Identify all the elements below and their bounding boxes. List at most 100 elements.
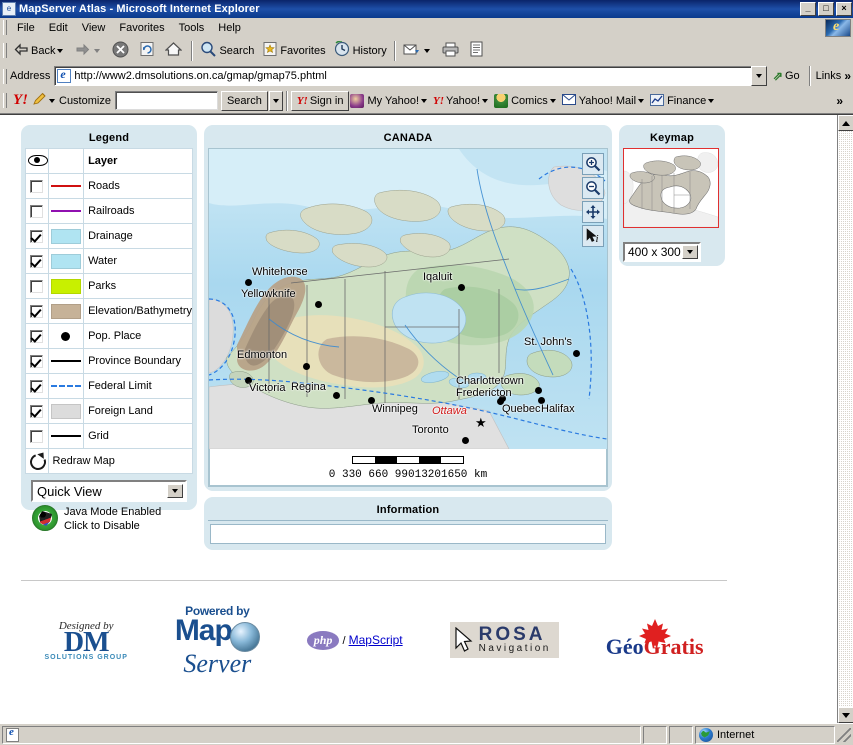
legend-checkbox-cell-grid[interactable]	[25, 423, 49, 449]
legend-label-railroads[interactable]: Railroads	[83, 198, 193, 224]
scroll-down-button[interactable]	[838, 707, 853, 723]
print-button[interactable]	[438, 40, 465, 62]
favorites-button[interactable]: Favorites	[258, 40, 329, 62]
legend-checkbox-cell-railroads[interactable]	[25, 198, 49, 224]
legend-label-elevation[interactable]: Elevation/Bathymetry	[83, 298, 193, 324]
edit-button[interactable]	[465, 40, 490, 62]
address-dropdown-button[interactable]	[750, 66, 767, 86]
customize-button[interactable]: Customize	[31, 90, 112, 111]
mail-dropdown-icon[interactable]	[423, 48, 430, 53]
legend-label-roads[interactable]: Roads	[83, 173, 193, 199]
redraw-icon-cell[interactable]	[25, 448, 49, 474]
yahoo-search-dropdown-button[interactable]	[268, 90, 283, 111]
checkbox-roads[interactable]	[30, 179, 44, 193]
php-mapscript-logo[interactable]: php / MapScript	[306, 630, 403, 650]
menu-favorites[interactable]: Favorites	[112, 20, 171, 36]
yahoo-search-input[interactable]	[114, 91, 218, 110]
checkbox-railroads[interactable]	[30, 204, 44, 218]
customize-dropdown-icon[interactable]	[49, 98, 55, 103]
menubar-gripper[interactable]	[3, 20, 7, 35]
legend-checkbox-cell-roads[interactable]	[25, 173, 49, 199]
yahoo-search-button[interactable]: Search	[220, 90, 268, 111]
dm-solutions-logo[interactable]: Designed by DM SOLUTIONS GROUP	[44, 620, 127, 661]
legend-checkbox-cell-federal-limit[interactable]	[25, 373, 49, 399]
redraw-icon[interactable]	[29, 453, 45, 469]
java-mode-toggle[interactable]: Java Mode Enabled Click to Disable	[32, 505, 161, 533]
toolbar-gripper[interactable]	[3, 43, 7, 58]
legend-checkbox-cell-pop-place[interactable]	[25, 323, 49, 349]
legend-label-grid[interactable]: Grid	[83, 423, 193, 449]
page-scrollbar[interactable]	[837, 115, 853, 723]
mapserver-logo[interactable]: Powered by Map Server	[175, 604, 260, 677]
links-overflow-icon[interactable]: »	[844, 69, 851, 83]
yahoo-toolbar-gripper[interactable]	[3, 93, 7, 108]
checkbox-parks[interactable]	[30, 279, 44, 293]
refresh-button[interactable]	[135, 40, 161, 62]
forward-button[interactable]	[71, 40, 108, 62]
geogratis-logo[interactable]: GéoGratis	[606, 619, 704, 660]
mail-button[interactable]	[399, 40, 438, 62]
scroll-up-button[interactable]	[838, 115, 853, 131]
redraw-map-button[interactable]: Redraw Map	[47, 448, 194, 474]
addressbar-gripper[interactable]	[3, 68, 7, 84]
forward-dropdown-icon[interactable]	[94, 48, 101, 53]
mapsize-select[interactable]: 400 x 300	[623, 242, 701, 262]
query-icon[interactable]: i	[582, 225, 604, 247]
back-button[interactable]: Back	[10, 40, 71, 62]
menu-file[interactable]: File	[10, 20, 42, 36]
legend-label-drainage[interactable]: Drainage	[83, 223, 193, 249]
legend-label-water[interactable]: Water	[83, 248, 193, 274]
chevron-down-icon[interactable]	[421, 98, 428, 103]
checkbox-federal-limit[interactable]	[30, 379, 44, 393]
yahoo-item-my-yahoo[interactable]: My Yahoo!	[349, 92, 432, 110]
yahoo-signin-button[interactable]: Y! Sign in	[290, 90, 350, 111]
links-button[interactable]: Links »	[814, 69, 853, 83]
legend-checkbox-cell-foreign-land[interactable]	[25, 398, 49, 424]
history-button[interactable]: History	[330, 40, 391, 62]
yahoo-item-finance[interactable]: Finance	[649, 92, 719, 110]
resize-grip[interactable]	[837, 727, 851, 742]
scrollbar-track[interactable]	[838, 131, 853, 707]
yahoo-item-comics[interactable]: Comics	[493, 92, 561, 110]
menu-tools[interactable]: Tools	[172, 20, 212, 36]
keymap-canvas[interactable]	[623, 148, 719, 228]
go-button[interactable]: ⇗ Go	[767, 69, 806, 83]
legend-checkbox-cell-drainage[interactable]	[25, 223, 49, 249]
legend-label-federal-limit[interactable]: Federal Limit	[83, 373, 193, 399]
pan-icon[interactable]	[582, 201, 604, 223]
chevron-down-icon[interactable]	[482, 98, 489, 103]
chevron-down-icon[interactable]	[638, 98, 645, 103]
quickview-dropdown-button[interactable]	[167, 484, 183, 498]
maximize-button[interactable]: □	[818, 2, 834, 16]
chevron-down-icon[interactable]	[708, 98, 715, 103]
rosa-navigation-logo[interactable]: ROSA Navigation	[449, 622, 559, 658]
menu-help[interactable]: Help	[211, 20, 248, 36]
menu-edit[interactable]: Edit	[42, 20, 75, 36]
home-button[interactable]	[161, 40, 188, 62]
stop-button[interactable]	[108, 40, 135, 62]
mapscript-link[interactable]: MapScript	[349, 633, 403, 647]
yahoo-logo-icon[interactable]: Y!	[13, 92, 28, 109]
map-canvas[interactable]: Whitehorse Yellowknife Iqaluit Edmonton Vict…	[209, 149, 607, 449]
chevron-down-icon[interactable]	[549, 98, 556, 103]
checkbox-province-boundary[interactable]	[30, 354, 44, 368]
checkbox-drainage[interactable]	[30, 229, 44, 243]
zoom-out-icon[interactable]	[582, 177, 604, 199]
close-button[interactable]: ×	[836, 2, 852, 16]
zoom-in-icon[interactable]	[582, 153, 604, 175]
checkbox-elevation[interactable]	[30, 304, 44, 318]
legend-label-foreign-land[interactable]: Foreign Land	[83, 398, 193, 424]
address-input[interactable]: http://www2.dmsolutions.on.ca/gmap/gmap7…	[54, 66, 752, 86]
checkbox-foreign-land[interactable]	[30, 404, 44, 418]
legend-checkbox-cell-province-boundary[interactable]	[25, 348, 49, 374]
menu-view[interactable]: View	[75, 20, 113, 36]
legend-label-province-boundary[interactable]: Province Boundary	[83, 348, 193, 374]
back-dropdown-icon[interactable]	[57, 48, 64, 53]
legend-label-pop-place[interactable]: Pop. Place	[83, 323, 193, 349]
search-button[interactable]: Search	[196, 40, 258, 62]
checkbox-grid[interactable]	[30, 429, 44, 443]
checkbox-water[interactable]	[30, 254, 44, 268]
yahoo-item-yahoo-mail[interactable]: Yahoo! Mail	[561, 92, 649, 110]
yahoo-toolbar-overflow[interactable]: »	[836, 94, 843, 108]
legend-checkbox-cell-elevation[interactable]	[25, 298, 49, 324]
